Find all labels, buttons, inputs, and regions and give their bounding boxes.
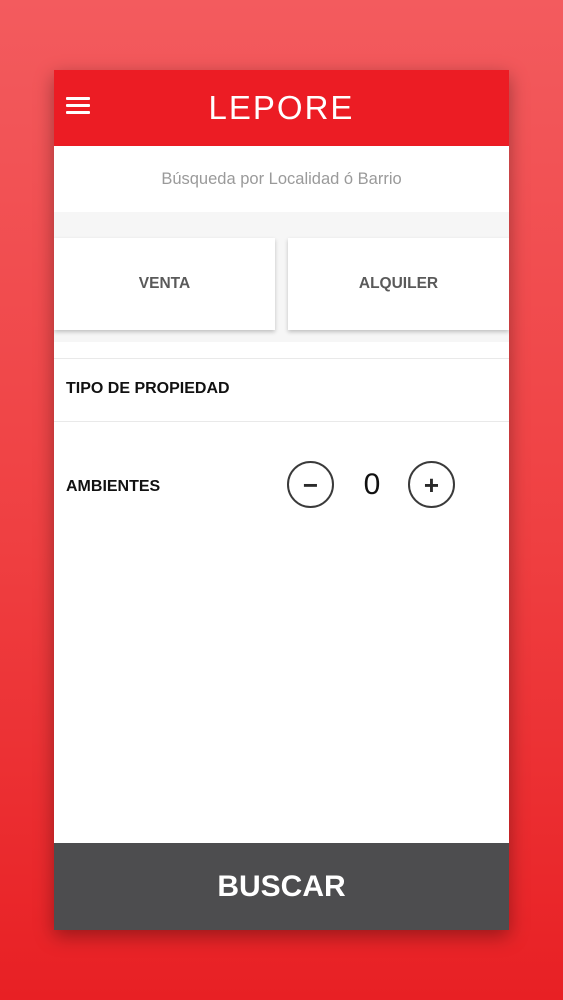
rooms-stepper: AMBIENTES − 0 + — [54, 422, 509, 552]
alquiler-button[interactable]: ALQUILER — [288, 238, 509, 330]
operation-selector: VENTA ALQUILER — [54, 212, 509, 342]
search-bar — [54, 146, 509, 212]
rooms-label: AMBIENTES — [66, 478, 161, 495]
brand-logo: LEPORE — [208, 89, 355, 126]
app-header: LEPORE — [54, 70, 509, 146]
property-type-selector[interactable]: TIPO DE PROPIEDAD — [54, 358, 509, 422]
venta-button[interactable]: VENTA — [54, 238, 275, 330]
minus-circle-icon[interactable]: − — [287, 461, 334, 508]
search-input[interactable] — [54, 146, 509, 212]
plus-circle-icon[interactable]: + — [408, 461, 455, 508]
rooms-count-value: 0 — [363, 468, 381, 501]
property-type-label: TIPO DE PROPIEDAD — [66, 380, 230, 397]
app-screen: LEPORE VENTA ALQUILER TIPO DE PROPIEDAD … — [54, 70, 509, 930]
search-button[interactable]: BUSCAR — [54, 843, 509, 930]
